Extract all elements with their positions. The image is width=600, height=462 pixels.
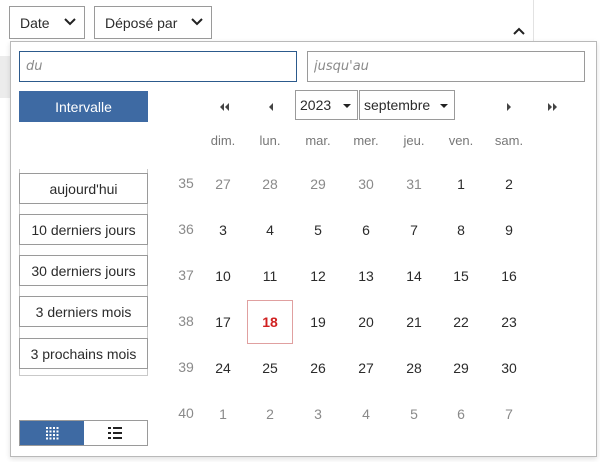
day-cell[interactable]: 22 xyxy=(438,300,484,344)
chevron-down-icon xyxy=(343,104,351,108)
weekday-header: mer. xyxy=(353,133,379,148)
day-cell[interactable]: 11 xyxy=(247,254,293,298)
day-cell[interactable]: 23 xyxy=(486,300,532,344)
list-view-button[interactable] xyxy=(83,421,147,445)
day-cell[interactable]: 10 xyxy=(200,254,246,298)
week-number: 39 xyxy=(178,359,194,375)
preset-last-30-days-button[interactable]: 30 derniers jours xyxy=(19,255,148,286)
day-cell[interactable]: 1 xyxy=(438,162,484,206)
day-cell[interactable]: 2 xyxy=(486,162,532,206)
deposited-by-filter-dropdown[interactable]: Déposé par xyxy=(94,6,212,39)
month-select[interactable]: septembre xyxy=(359,90,455,120)
day-cell[interactable]: 2 xyxy=(247,392,293,436)
weekday-header: dim. xyxy=(210,133,236,148)
chevron-right-icon xyxy=(507,103,511,111)
day-cell[interactable]: 30 xyxy=(486,346,532,390)
week-number: 36 xyxy=(178,221,194,237)
weekday-header: sam. xyxy=(494,133,524,148)
chevron-down-icon xyxy=(440,104,448,108)
day-cell[interactable]: 29 xyxy=(438,346,484,390)
interval-button[interactable]: Intervalle xyxy=(19,91,148,122)
day-cell[interactable]: 7 xyxy=(486,392,532,436)
day-cell[interactable]: 7 xyxy=(391,208,437,252)
weekday-header: mar. xyxy=(305,133,331,148)
day-cell[interactable]: 6 xyxy=(343,208,389,252)
day-cell[interactable]: 13 xyxy=(343,254,389,298)
week-number: 40 xyxy=(178,405,194,421)
day-cell[interactable]: 4 xyxy=(343,392,389,436)
background-row xyxy=(0,56,10,98)
chevron-down-icon xyxy=(191,18,203,26)
week-number: 38 xyxy=(178,313,194,329)
preset-next-3-months-button[interactable]: 3 prochains mois xyxy=(19,338,148,369)
first-month-button[interactable] xyxy=(214,97,234,117)
chevron-up-icon[interactable] xyxy=(511,25,527,37)
day-cell[interactable]: 17 xyxy=(200,300,246,344)
grid-view-button[interactable] xyxy=(20,421,84,445)
day-cell[interactable]: 27 xyxy=(200,162,246,206)
weekday-header: ven. xyxy=(448,133,474,148)
date-to-input[interactable] xyxy=(307,51,585,82)
next-month-button[interactable] xyxy=(499,97,519,117)
day-cell[interactable]: 5 xyxy=(295,208,341,252)
day-cell-today[interactable]: 18 xyxy=(247,300,293,344)
day-cell[interactable]: 27 xyxy=(343,346,389,390)
list-view-icon xyxy=(108,427,123,439)
last-month-button[interactable] xyxy=(543,97,563,117)
day-cell[interactable]: 28 xyxy=(391,346,437,390)
date-filter-dropdown[interactable]: Date xyxy=(9,6,85,39)
day-cell[interactable]: 14 xyxy=(391,254,437,298)
preset-today-button[interactable]: aujourd'hui xyxy=(19,173,148,204)
day-cell[interactable]: 6 xyxy=(438,392,484,436)
day-cell[interactable]: 28 xyxy=(247,162,293,206)
day-cell[interactable]: 26 xyxy=(295,346,341,390)
day-cell[interactable]: 9 xyxy=(486,208,532,252)
preset-last-3-months-button[interactable]: 3 derniers mois xyxy=(19,296,148,327)
day-cell[interactable]: 30 xyxy=(343,162,389,206)
day-cell[interactable]: 29 xyxy=(295,162,341,206)
day-cell[interactable]: 19 xyxy=(295,300,341,344)
weekday-header: lun. xyxy=(259,133,281,148)
preset-last-10-days-button[interactable]: 10 derniers jours xyxy=(19,214,148,245)
date-filter-label: Date xyxy=(20,14,50,31)
week-number: 37 xyxy=(178,267,194,283)
date-from-input[interactable] xyxy=(19,51,297,82)
view-toggle xyxy=(19,420,148,446)
day-cell[interactable]: 31 xyxy=(391,162,437,206)
day-cell[interactable]: 15 xyxy=(438,254,484,298)
weekday-header: jeu. xyxy=(403,133,425,148)
year-select[interactable]: 2023 xyxy=(295,90,358,120)
day-cell[interactable]: 24 xyxy=(200,346,246,390)
day-cell[interactable]: 16 xyxy=(486,254,532,298)
grid-view-icon xyxy=(45,427,59,440)
double-chevron-right-icon xyxy=(548,103,557,111)
day-cell[interactable]: 8 xyxy=(438,208,484,252)
day-cell[interactable]: 12 xyxy=(295,254,341,298)
day-cell[interactable]: 3 xyxy=(200,208,246,252)
year-select-value: 2023 xyxy=(300,97,332,113)
day-cell[interactable]: 3 xyxy=(295,392,341,436)
previous-month-button[interactable] xyxy=(261,97,281,117)
week-number: 35 xyxy=(178,175,194,191)
double-chevron-left-icon xyxy=(220,103,229,111)
day-cell[interactable]: 4 xyxy=(247,208,293,252)
day-cell[interactable]: 20 xyxy=(343,300,389,344)
day-cell[interactable]: 5 xyxy=(391,392,437,436)
filter-bar-divider xyxy=(533,0,534,42)
chevron-left-icon xyxy=(269,103,273,111)
date-picker-panel: Intervalle 2023 septembre aujourd'hui 10… xyxy=(10,41,597,457)
day-cell[interactable]: 25 xyxy=(247,346,293,390)
deposited-by-label: Déposé par xyxy=(105,14,178,31)
day-cell[interactable]: 21 xyxy=(391,300,437,344)
month-select-value: septembre xyxy=(364,97,431,113)
day-cell[interactable]: 1 xyxy=(200,392,246,436)
chevron-down-icon xyxy=(64,18,76,26)
